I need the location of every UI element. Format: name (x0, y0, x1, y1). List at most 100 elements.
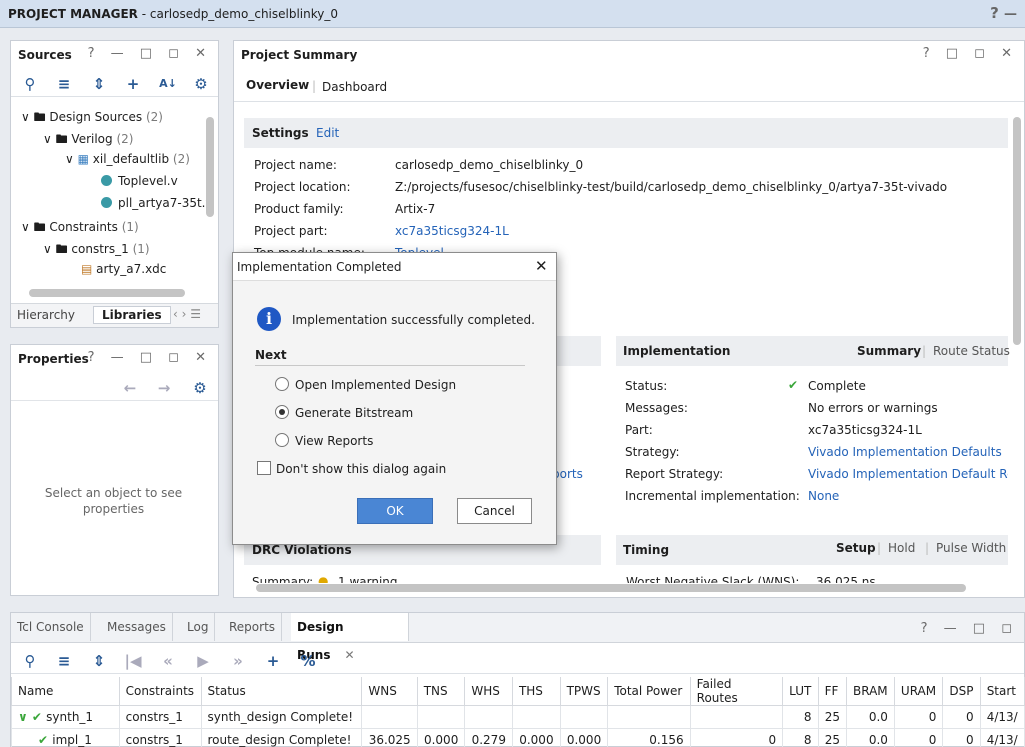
table-cell: 0.000 (559, 728, 609, 747)
table-cell: 0 (942, 728, 981, 747)
summary-vscrollbar[interactable] (1013, 117, 1021, 345)
option-open-implemented[interactable]: Open Implemented Design (295, 378, 456, 392)
tab-design-runs[interactable]: Design Runs ✕ (291, 613, 409, 662)
gear-icon[interactable]: ⚙ (191, 379, 209, 397)
column-header[interactable]: Status (200, 677, 363, 706)
tree-item-constrs[interactable]: ∨ 🖿 constrs_1 (1) (43, 240, 150, 261)
impl-status-value: Complete (808, 379, 866, 393)
dont-show-checkbox[interactable] (257, 461, 271, 475)
settings-edit-link[interactable]: Edit (316, 126, 339, 140)
impl-strategy-link[interactable]: Vivado Implementation Defaults (808, 445, 1002, 459)
timing-hold-tab[interactable]: Hold (888, 541, 915, 555)
add-icon[interactable]: + (264, 652, 282, 670)
ok-button[interactable]: OK (357, 498, 433, 524)
radio-generate-bitstream[interactable] (275, 405, 289, 419)
search-icon[interactable]: ⚲ (21, 75, 39, 93)
collapse-all-icon[interactable]: ≡ (55, 75, 73, 93)
column-header[interactable]: THS (511, 677, 561, 706)
column-header[interactable]: TNS (416, 677, 466, 706)
help-icon[interactable]: ? — (990, 4, 1017, 22)
project-part-link[interactable]: xc7a35ticsg324-1L (395, 224, 509, 238)
sort-icon[interactable]: A↓ (159, 75, 177, 93)
column-header[interactable]: LUT (782, 677, 819, 706)
column-header[interactable]: Constraints (118, 677, 202, 706)
option-generate-bitstream[interactable]: Generate Bitstream (295, 406, 413, 420)
column-header[interactable]: DSP (942, 677, 981, 706)
panel-controls[interactable]: ? — □ ◻ ✕ (88, 46, 212, 61)
table-row[interactable]: ✔ impl_1 constrs_1 route_design Complete! 3… (11, 728, 1025, 747)
tree-item-constraints[interactable]: ∨ 🖿 Constraints (1) (21, 218, 139, 239)
prev-icon[interactable]: « (159, 652, 177, 670)
search-icon[interactable]: ⚲ (21, 652, 39, 670)
column-header[interactable]: Failed Routes (689, 677, 784, 706)
cancel-button[interactable]: Cancel (457, 498, 532, 524)
column-header[interactable]: BRAM (846, 677, 895, 706)
panel-controls[interactable]: ? — □ ◻ ✕ (88, 350, 212, 365)
implementation-label: Implementation (623, 344, 731, 358)
tab-log[interactable]: Log (181, 613, 216, 641)
column-header[interactable]: Total Power (607, 677, 691, 706)
gear-icon[interactable]: ⚙ (192, 75, 210, 93)
back-arrow-icon[interactable]: ← (121, 379, 139, 397)
tab-overview[interactable]: Overview (246, 78, 309, 92)
table-cell: 0.156 (607, 728, 691, 747)
table-cell (511, 705, 561, 729)
field-label: Project location: (254, 180, 351, 194)
table-row[interactable]: ∨ ✔ synth_1 constrs_1 synth_design Complet… (11, 705, 1025, 729)
tree-item-design-sources[interactable]: ∨ 🖿 Design Sources (2) (21, 108, 163, 129)
impl-report-strategy-link[interactable]: Vivado Implementation Default Repo (808, 467, 1008, 481)
column-header[interactable]: TPWS (559, 677, 609, 706)
run-icon[interactable]: ▶ (194, 652, 212, 670)
expand-all-icon[interactable]: ⇕ (90, 652, 108, 670)
column-header[interactable]: WHS (464, 677, 513, 706)
forward-arrow-icon[interactable]: → (155, 379, 173, 397)
tab-libraries[interactable]: Libraries (93, 306, 171, 324)
table-cell: 0.000 (511, 728, 561, 747)
table-cell: 0.0 (846, 705, 895, 729)
tree-item-toplevel[interactable]: Toplevel.v (101, 174, 178, 188)
timing-pulse-width-tab[interactable]: Pulse Width (936, 541, 1006, 555)
first-icon[interactable]: |◀ (124, 652, 142, 670)
field-label: Project part: (254, 224, 328, 238)
summary-hscrollbar[interactable] (256, 584, 966, 592)
percent-icon[interactable]: % (299, 652, 317, 670)
dont-show-label[interactable]: Don't show this dialog again (276, 462, 446, 476)
impl-part-value: xc7a35ticsg324-1L (808, 423, 922, 437)
impl-summary-tab[interactable]: Summary (857, 344, 921, 358)
radio-view-reports[interactable] (275, 433, 289, 447)
column-header[interactable]: WNS (361, 677, 418, 706)
option-view-reports[interactable]: View Reports (295, 434, 373, 448)
timing-setup-tab[interactable]: Setup (836, 541, 876, 555)
impl-incremental-link[interactable]: None (808, 489, 839, 503)
tab-dashboard[interactable]: Dashboard (322, 80, 387, 94)
tab-hierarchy[interactable]: Hierarchy (17, 308, 75, 322)
add-icon[interactable]: + (124, 75, 142, 93)
column-header[interactable]: FF (817, 677, 848, 706)
panel-controls[interactable]: ? — □ ◻ (921, 621, 1018, 636)
tab-nav-icon[interactable]: ‹ › ☰ (173, 307, 201, 321)
tree-item-xdc[interactable]: ▤ arty_a7.xdc (81, 262, 166, 276)
tab-reports[interactable]: Reports (223, 613, 283, 641)
table-cell: 8 (782, 705, 819, 729)
table-cell (607, 705, 691, 729)
column-header[interactable]: Start (979, 677, 1025, 706)
expand-all-icon[interactable]: ⇕ (90, 75, 108, 93)
sources-scrollbar[interactable] (206, 117, 214, 217)
column-header[interactable]: Name (11, 677, 120, 706)
table-cell: route_design Complete! (200, 728, 363, 747)
tab-messages[interactable]: Messages (101, 613, 173, 641)
next-icon[interactable]: » (229, 652, 247, 670)
close-icon[interactable]: ✕ (535, 257, 548, 275)
sources-title: Sources (18, 48, 72, 62)
column-header[interactable]: URAM (893, 677, 944, 706)
tree-item-library[interactable]: ∨ ▦ xil_defaultlib (2) (65, 152, 190, 166)
tab-tcl-console[interactable]: Tcl Console (11, 613, 91, 641)
impl-route-status-tab[interactable]: Route Status (933, 344, 1010, 358)
verilog-file-icon (101, 175, 112, 186)
collapse-all-icon[interactable]: ≡ (55, 652, 73, 670)
tree-item-verilog[interactable]: ∨ 🖿 Verilog (2) (43, 130, 133, 151)
sources-hscrollbar[interactable] (29, 289, 185, 297)
radio-open-implemented[interactable] (275, 377, 289, 391)
panel-controls[interactable]: ? □ ◻ ✕ (923, 46, 1018, 61)
tree-item-pll[interactable]: pll_artya7-35t.v (101, 196, 213, 210)
